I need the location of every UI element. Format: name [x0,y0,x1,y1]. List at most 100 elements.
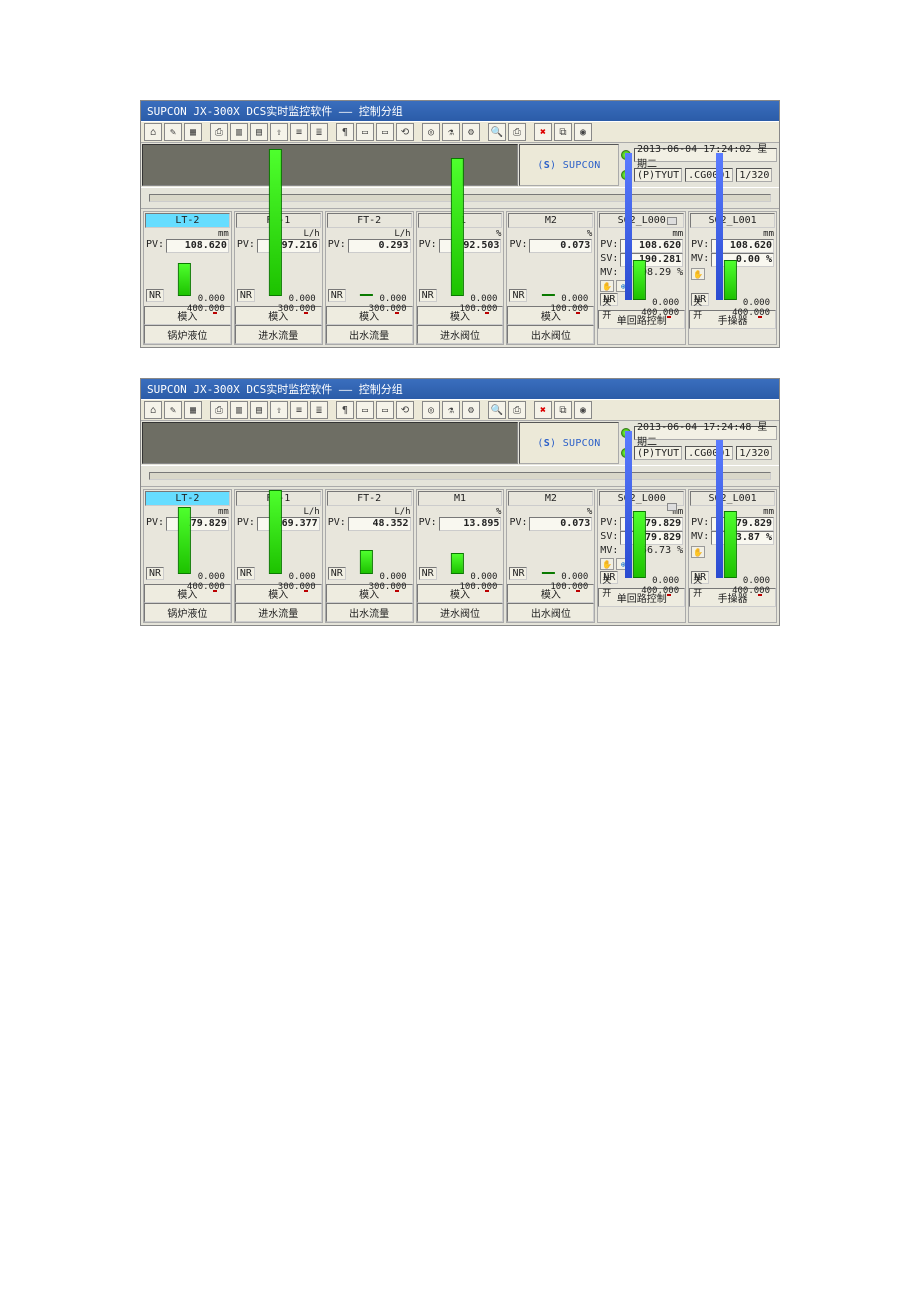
tab-bar[interactable] [149,472,771,480]
scale-min: 0.000 [652,576,679,586]
panel-M2: M2%PV:0.073NR100.0000.000模入出水阀位 [506,489,595,623]
panel-desc: 锅炉液位 [144,603,231,622]
toolbar-printer-icon[interactable]: ⎙ [508,123,526,141]
toolbar-close-icon[interactable]: ✖ [534,123,552,141]
toolbar-target-icon[interactable]: ◎ [422,123,440,141]
scale-min: 0.000 [198,572,225,582]
toolbar-camera-icon[interactable]: ◉ [574,123,592,141]
unit-label: % [507,507,594,517]
unit-label: % [507,229,594,239]
toolbar-flask-icon[interactable]: ⚗ [442,401,460,419]
toolbar-pilcrow-icon[interactable]: ¶ [336,401,354,419]
toolbar-lines1-icon[interactable]: ≡ [290,123,308,141]
toolbar-book2-icon[interactable]: ▭ [376,123,394,141]
toolbar-flask-icon[interactable]: ⚗ [442,123,460,141]
panel-FT-1: FT-1L/hPV:297.216NR300.0000.000模入进水流量 [234,211,323,345]
toolbar-grid-icon[interactable]: ▦ [184,123,202,141]
scale-min: 0.000 [470,294,497,304]
toolbar-wrench-icon[interactable]: ✎ [164,401,182,419]
nr-state: NR [237,289,255,302]
toolbar-print-icon[interactable]: ⎙ [210,401,228,419]
pv-label: PV: [146,517,166,531]
toolbar-print-icon[interactable]: ⎙ [210,123,228,141]
scale-max: 100.000 [460,582,498,592]
panel-title[interactable]: LT-2 [145,213,230,228]
toolbar-binoc-icon[interactable]: 🔍 [488,401,506,419]
panel-FT-2: FT-2L/hPV:48.352NR300.0000.000模入出水流量 [325,489,414,623]
toolbar-page2-icon[interactable]: ▤ [250,401,268,419]
toolbar-copy-icon[interactable]: ⧉ [554,123,572,141]
toolbar-target-icon[interactable]: ◎ [422,401,440,419]
scale-max: 300.000 [278,304,316,314]
scale-max: 300.000 [369,304,407,314]
toolbar-book2-icon[interactable]: ▭ [376,401,394,419]
toolbar-gear-icon[interactable]: ⚙ [462,123,480,141]
toolbar-printer-icon[interactable]: ⎙ [508,401,526,419]
toolbar-lines1-icon[interactable]: ≡ [290,401,308,419]
toolbar-binoc-icon[interactable]: 🔍 [488,123,506,141]
datetime-display: 2013-06-04 17:24:48 星期二 [634,426,777,440]
panel-title[interactable]: M2 [508,491,593,506]
toolbar-lines2-icon[interactable]: ≣ [310,401,328,419]
panel-M2: M2%PV:0.073NR100.0000.000模入出水阀位 [506,211,595,345]
scale-max: 400.000 [187,582,225,592]
toolbar-close-icon[interactable]: ✖ [534,401,552,419]
scale-max: 300.000 [278,582,316,592]
toolbar-arrow-up-icon[interactable]: ⇧ [270,123,288,141]
toolbar-undo-icon[interactable]: ⟲ [396,123,414,141]
mv-bar [716,440,723,578]
hand-icon[interactable]: ✋ [691,546,705,558]
toolbar-grid-icon[interactable]: ▦ [184,401,202,419]
toolbar-page2-icon[interactable]: ▤ [250,123,268,141]
toolbar-wrench-icon[interactable]: ✎ [164,123,182,141]
nr-state: NR [146,289,164,302]
panel-title[interactable]: FT-2 [327,491,412,506]
scale-min: 0.000 [379,572,406,582]
toolbar-home-icon[interactable]: ⌂ [144,401,162,419]
panel-title[interactable]: S02_L001 [690,491,775,506]
pv-bar [723,260,736,301]
toolbar-arrow-up-icon[interactable]: ⇧ [270,401,288,419]
panel-title[interactable]: M1 [418,491,503,506]
toolbar-camera-icon[interactable]: ◉ [574,401,592,419]
hand-icon[interactable]: ✋ [691,268,705,280]
nr-state: NR [509,567,527,580]
hand-icon[interactable]: ✋ [600,558,614,570]
toolbar-copy-icon[interactable]: ⧉ [554,401,572,419]
toolbar-pilcrow-icon[interactable]: ¶ [336,123,354,141]
scale-max: 100.000 [460,304,498,314]
mv-bar [625,431,632,578]
scale-max: 400.000 [641,586,679,596]
toolbar-gear-icon[interactable]: ⚙ [462,401,480,419]
panel-FT-2: FT-2L/hPV:0.293NR300.0000.000模入出水流量 [325,211,414,345]
mv-label: MV: [600,267,620,279]
pv-label: PV: [600,239,620,253]
pv-value: 169.377 [257,517,320,531]
panel-title[interactable]: M2 [508,213,593,228]
setpoint-slider[interactable] [667,503,677,511]
panel-title[interactable]: FT-2 [327,213,412,228]
toolbar-page1-icon[interactable]: ▥ [230,123,248,141]
pv-label: PV: [691,239,711,253]
panel-title[interactable]: LT-2 [145,491,230,506]
toolbar-lines2-icon[interactable]: ≣ [310,123,328,141]
unit-label: mm [144,229,231,239]
pv-value: 0.073 [529,239,592,253]
pv-bar [542,294,555,296]
toolbar-undo-icon[interactable]: ⟲ [396,401,414,419]
pv-bar [633,511,646,579]
toolbar-home-icon[interactable]: ⌂ [144,123,162,141]
pv-value: 179.829 [166,517,229,531]
pv-label: PV: [600,517,620,531]
hand-icon[interactable]: ✋ [600,280,614,292]
toolbar-book1-icon[interactable]: ▭ [356,401,374,419]
brand-logo: (S) SUPCON [519,144,619,186]
panel-desc: 进水流量 [235,603,322,622]
status-band [142,422,518,464]
toolbar-page1-icon[interactable]: ▥ [230,401,248,419]
setpoint-slider[interactable] [667,217,677,225]
toolbar-book1-icon[interactable]: ▭ [356,123,374,141]
pv-label: PV: [237,517,257,531]
scale-min: 0.000 [470,572,497,582]
panel-title[interactable]: S02_L001 [690,213,775,228]
